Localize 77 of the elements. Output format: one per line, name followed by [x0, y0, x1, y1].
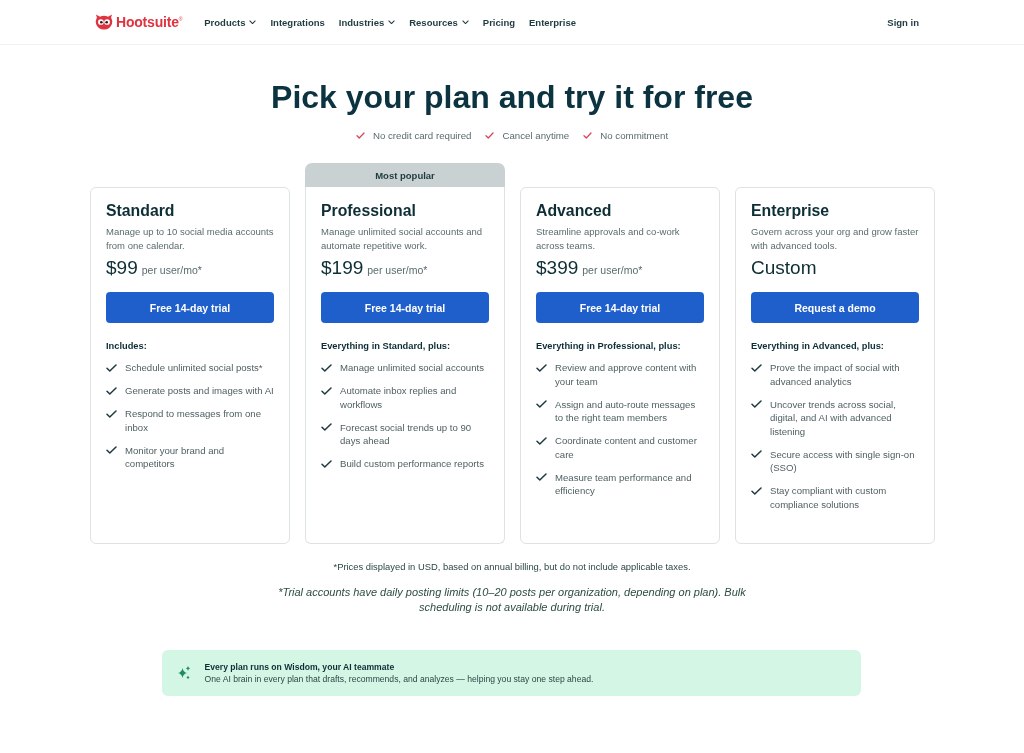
cta-button[interactable]: Free 14-day trial	[536, 292, 704, 323]
checkmark-icon	[536, 363, 547, 372]
sign-in-link[interactable]: Sign in	[887, 16, 919, 28]
perk-text: No commitment	[600, 129, 669, 141]
feature-text: Uncover trends across social, digital, and AI with advanced listening	[770, 397, 897, 438]
nav-menu-item[interactable]: Industries	[338, 16, 396, 28]
plan-price: $199	[321, 257, 364, 279]
checkmark-icon	[751, 400, 762, 408]
cta-button[interactable]: Free 14-day trial	[321, 292, 489, 323]
feature-text: Manage unlimited social accounts	[340, 361, 484, 375]
checkmark-icon	[321, 423, 332, 431]
checkmark-icon	[355, 131, 365, 139]
owl-logo-icon	[95, 14, 113, 30]
checkmark-icon	[106, 363, 117, 372]
checkmark-icon	[106, 446, 117, 454]
cta-button[interactable]: Free 14-day trial	[106, 292, 274, 323]
checkmark-icon	[751, 450, 762, 458]
nav-menu-item[interactable]: Integrations	[270, 16, 325, 28]
checkmark-icon	[106, 409, 117, 418]
features-heading: Everything in Professional, plus:	[536, 340, 681, 352]
checkmark-icon	[536, 473, 547, 481]
cta-button[interactable]: Request a demo	[751, 292, 919, 323]
checkmark-icon	[485, 131, 495, 139]
plan-description: Govern across your org and grow faster with advanced tools.	[751, 225, 919, 252]
price-unit: per user/mo*	[582, 264, 643, 276]
plan-name: Enterprise	[751, 202, 830, 220]
feature-text: Prove the impact of social with advanced analytics	[770, 361, 901, 388]
nav-menu-item[interactable]: Pricing	[482, 16, 515, 28]
plan-description: Manage up to 10 social media accounts from one calendar.	[106, 225, 274, 252]
plan-name: Professional	[321, 202, 416, 220]
checkmark-icon	[536, 436, 547, 445]
feature-text: Coordinate content and customer care	[555, 434, 698, 461]
features-heading: Everything in Standard, plus:	[321, 340, 451, 352]
plan-price: Custom	[751, 257, 817, 279]
feature-text: Stay compliant with custom compliance solutions	[770, 484, 888, 511]
checkmark-icon	[106, 386, 117, 395]
page-title: Pick your plan and try it for free	[271, 80, 753, 114]
feature-text: Review and approve content with your team	[555, 361, 698, 388]
perk-text: Cancel anytime	[502, 129, 570, 141]
feature-text: Automate inbox replies and workflows	[340, 384, 458, 411]
checkmark-icon	[751, 363, 762, 372]
price-unit: per user/mo*	[141, 264, 202, 276]
feature-text: Generate posts and images with AI	[125, 384, 274, 398]
sparkle-icon	[176, 666, 191, 680]
plan-name: Standard	[106, 202, 175, 220]
price-unit: per user/mo*	[367, 264, 428, 276]
feature-text: Build custom performance reports	[340, 457, 484, 471]
nav-menu-item[interactable]: Enterprise	[529, 16, 576, 28]
feature-text: Forecast social trends up to 90 days ahead	[340, 420, 473, 448]
plan-name: Advanced	[536, 202, 612, 220]
feature-text: Respond to messages from one inbox	[125, 407, 262, 434]
checkmark-icon	[536, 400, 547, 408]
checkmark-icon	[321, 386, 332, 395]
nav-menu-item[interactable]: Products	[204, 16, 257, 28]
features-heading: Includes:	[106, 340, 147, 352]
plan-description: Streamline approvals and co-work across teams.	[536, 225, 681, 252]
plan-description: Manage unlimited social accounts and automate repetitive work.	[321, 225, 484, 252]
perk-text: No credit card required	[372, 129, 472, 141]
checkmark-icon	[751, 486, 762, 495]
banner-text: One AI brain in every plan that drafts, recommends, and analyzes — helping you stay one step ahead.	[204, 673, 594, 685]
feature-text: Assign and auto-route messages to the right team members	[555, 397, 697, 425]
feature-text: Schedule unlimited social posts*	[125, 361, 263, 375]
feature-text: Monitor your brand and competitors	[125, 443, 226, 471]
feature-text: Secure access with single sign-on (SSO)	[770, 447, 916, 475]
footnote-text: *Trial accounts have daily posting limits (10–20 posts per organization, depending on plan). Bulk scheduling is not available during trial.	[277, 585, 747, 615]
nav-menu-item[interactable]: Resources	[409, 16, 469, 28]
checkmark-icon	[321, 363, 332, 372]
brand-name: Hootsuite$^{®}$	[116, 14, 183, 30]
plan-price: $399	[536, 257, 579, 279]
checkmark-icon	[321, 459, 332, 468]
plan-price: $99	[106, 257, 138, 279]
banner-title: Every plan runs on Wisdom, your AI teammate	[204, 661, 395, 673]
footnote-text: *Prices displayed in USD, based on annual billing, but do not include applicable taxes.	[333, 561, 691, 573]
features-heading: Everything in Advanced, plus:	[751, 340, 884, 352]
feature-text: Measure team performance and efficiency	[555, 470, 693, 498]
checkmark-icon	[583, 131, 593, 139]
plan-ribbon: Most popular	[305, 163, 505, 187]
